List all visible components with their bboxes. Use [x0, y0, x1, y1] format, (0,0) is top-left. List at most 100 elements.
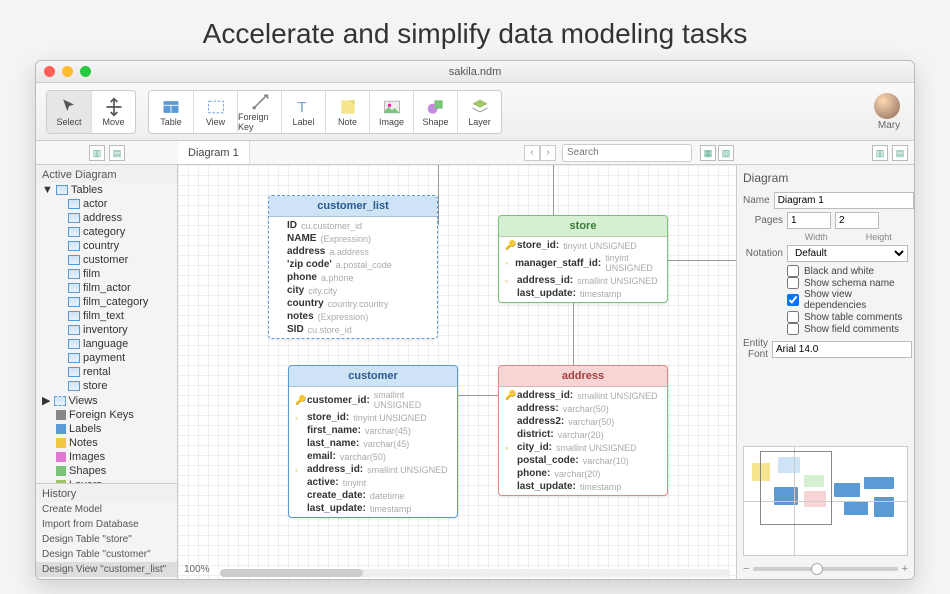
tree-notes[interactable]: Notes — [36, 436, 177, 450]
panel-toggle-1-icon[interactable]: ▥ — [89, 145, 105, 161]
entity-field[interactable]: last_update: timestamp — [499, 287, 667, 300]
tree-table-actor[interactable]: actor — [36, 197, 177, 211]
history-item[interactable]: Design View "customer_list" — [36, 562, 177, 577]
option-black-and-white[interactable]: Black and white — [787, 265, 908, 277]
history-item[interactable]: Design Table "store" — [36, 532, 177, 547]
nav-next-button[interactable]: › — [540, 145, 556, 161]
model-tree[interactable]: ▼ Tables actoraddresscategorycountrycust… — [36, 183, 177, 483]
name-field[interactable] — [774, 192, 914, 209]
entity-field[interactable]: email: varchar(50) — [289, 450, 457, 463]
entity-field[interactable]: postal_code: varchar(10) — [499, 454, 667, 467]
entity-address[interactable]: address🔑address_id: smallint UNSIGNEDadd… — [498, 365, 668, 496]
entity-field[interactable]: notes (Expression) — [269, 310, 437, 323]
toolbar-note-button[interactable]: Note — [325, 91, 369, 133]
entity-header[interactable]: customer — [289, 366, 457, 387]
tree-table-rental[interactable]: rental — [36, 365, 177, 379]
entity-header[interactable]: customer_list — [269, 196, 437, 217]
option-show-table-comments[interactable]: Show table comments — [787, 311, 908, 323]
panel-toggle-2-icon[interactable]: ▤ — [109, 145, 125, 161]
zoom-slider[interactable]: − + — [743, 563, 908, 575]
history-item[interactable]: Design Table "customer" — [36, 547, 177, 562]
avatar[interactable] — [874, 93, 900, 119]
diagram-tab[interactable]: Diagram 1 — [178, 141, 250, 164]
toolbar-table-button[interactable]: Table — [149, 91, 193, 133]
tree-table-language[interactable]: language — [36, 337, 177, 351]
entity-field[interactable]: 🔑store_id: tinyint UNSIGNED — [499, 239, 667, 252]
entity-field[interactable]: city city.city — [269, 284, 437, 297]
tree-table-customer[interactable]: customer — [36, 253, 177, 267]
entity-store[interactable]: store🔑store_id: tinyint UNSIGNED◦manager… — [498, 215, 668, 303]
canvas-scrollbar[interactable] — [220, 569, 730, 577]
tree-table-payment[interactable]: payment — [36, 351, 177, 365]
entity-field[interactable]: first_name: varchar(45) — [289, 424, 457, 437]
option-show-view-dependencies[interactable]: Show view dependencies — [787, 289, 908, 311]
tree-table-category[interactable]: category — [36, 225, 177, 239]
option-show-field-comments[interactable]: Show field comments — [787, 323, 908, 335]
nav-prev-button[interactable]: ‹ — [524, 145, 540, 161]
toolbar-label-button[interactable]: TLabel — [281, 91, 325, 133]
zoom-in-icon[interactable]: + — [902, 563, 908, 575]
entity-field[interactable]: last_name: varchar(45) — [289, 437, 457, 450]
entity-field[interactable]: country country.country — [269, 297, 437, 310]
entity-field[interactable]: last_update: timestamp — [289, 502, 457, 515]
tree-table-film[interactable]: film — [36, 267, 177, 281]
entity-customer_list[interactable]: customer_list ID cu.customer_idNAME (Expr… — [268, 195, 438, 339]
checkbox[interactable] — [787, 265, 799, 277]
tree-images[interactable]: Images — [36, 450, 177, 464]
option-show-schema-name[interactable]: Show schema name — [787, 277, 908, 289]
notation-select[interactable]: Default — [787, 245, 908, 262]
entity-field[interactable]: ◦address_id: smallint UNSIGNED — [499, 274, 667, 287]
pages-width-field[interactable] — [787, 212, 831, 229]
entity-field[interactable]: ◦store_id: tinyint UNSIGNED — [289, 411, 457, 424]
entity-field[interactable]: address: varchar(50) — [499, 402, 667, 415]
tree-table-address[interactable]: address — [36, 211, 177, 225]
history-item[interactable]: Import from Database — [36, 517, 177, 532]
view-mode-1-icon[interactable]: ▦ — [700, 145, 716, 161]
pages-height-field[interactable] — [835, 212, 879, 229]
toolbar-select-button[interactable]: Select — [47, 91, 91, 133]
toolbar-view-button[interactable]: View — [193, 91, 237, 133]
history-item[interactable]: Create Model — [36, 502, 177, 517]
tree-labels[interactable]: Labels — [36, 422, 177, 436]
inspector-toggle-1-icon[interactable]: ▥ — [872, 145, 888, 161]
checkbox[interactable] — [787, 277, 799, 289]
entity-field[interactable]: phone: varchar(20) — [499, 467, 667, 480]
entity-field[interactable]: 🔑customer_id: smallint UNSIGNED — [289, 389, 457, 411]
entity-header[interactable]: address — [499, 366, 667, 387]
entity-field[interactable]: address2: varchar(50) — [499, 415, 667, 428]
tree-foreign-keys[interactable]: Foreign Keys — [36, 408, 177, 422]
zoom-out-icon[interactable]: − — [743, 563, 749, 575]
tree-views[interactable]: ▶ Views — [36, 393, 177, 408]
entity-field[interactable]: district: varchar(20) — [499, 428, 667, 441]
tree-table-film_text[interactable]: film_text — [36, 309, 177, 323]
toolbar-fkey-button[interactable]: Foreign Key — [237, 91, 281, 133]
tree-shapes[interactable]: Shapes — [36, 464, 177, 478]
checkbox[interactable] — [787, 294, 799, 306]
entity-font-field[interactable] — [772, 341, 912, 358]
toolbar-shape-button[interactable]: Shape — [413, 91, 457, 133]
tree-tables[interactable]: ▼ Tables — [36, 183, 177, 197]
entity-field[interactable]: 'zip code' a.postal_code — [269, 258, 437, 271]
inspector-toggle-2-icon[interactable]: ▤ — [892, 145, 908, 161]
minimap[interactable] — [743, 446, 908, 556]
entity-field[interactable]: address a.address — [269, 245, 437, 258]
entity-header[interactable]: store — [499, 216, 667, 237]
checkbox[interactable] — [787, 311, 799, 323]
entity-field[interactable]: active: tinyint — [289, 476, 457, 489]
entity-field[interactable]: ID cu.customer_id — [269, 219, 437, 232]
entity-field[interactable]: ◦address_id: smallint UNSIGNED — [289, 463, 457, 476]
entity-field[interactable]: 🔑address_id: smallint UNSIGNED — [499, 389, 667, 402]
toolbar-layer-button[interactable]: Layer — [457, 91, 501, 133]
tree-table-country[interactable]: country — [36, 239, 177, 253]
view-mode-2-icon[interactable]: ▧ — [718, 145, 734, 161]
tree-table-film_actor[interactable]: film_actor — [36, 281, 177, 295]
tree-table-film_category[interactable]: film_category — [36, 295, 177, 309]
entity-field[interactable]: last_update: timestamp — [499, 480, 667, 493]
diagram-canvas[interactable]: customer_list ID cu.customer_idNAME (Expr… — [178, 165, 736, 579]
toolbar-image-button[interactable]: Image — [369, 91, 413, 133]
search-input[interactable] — [562, 144, 692, 162]
entity-customer[interactable]: customer🔑customer_id: smallint UNSIGNED◦… — [288, 365, 458, 518]
toolbar-move-button[interactable]: Move — [91, 91, 135, 133]
entity-field[interactable]: NAME (Expression) — [269, 232, 437, 245]
entity-field[interactable]: phone a.phone — [269, 271, 437, 284]
